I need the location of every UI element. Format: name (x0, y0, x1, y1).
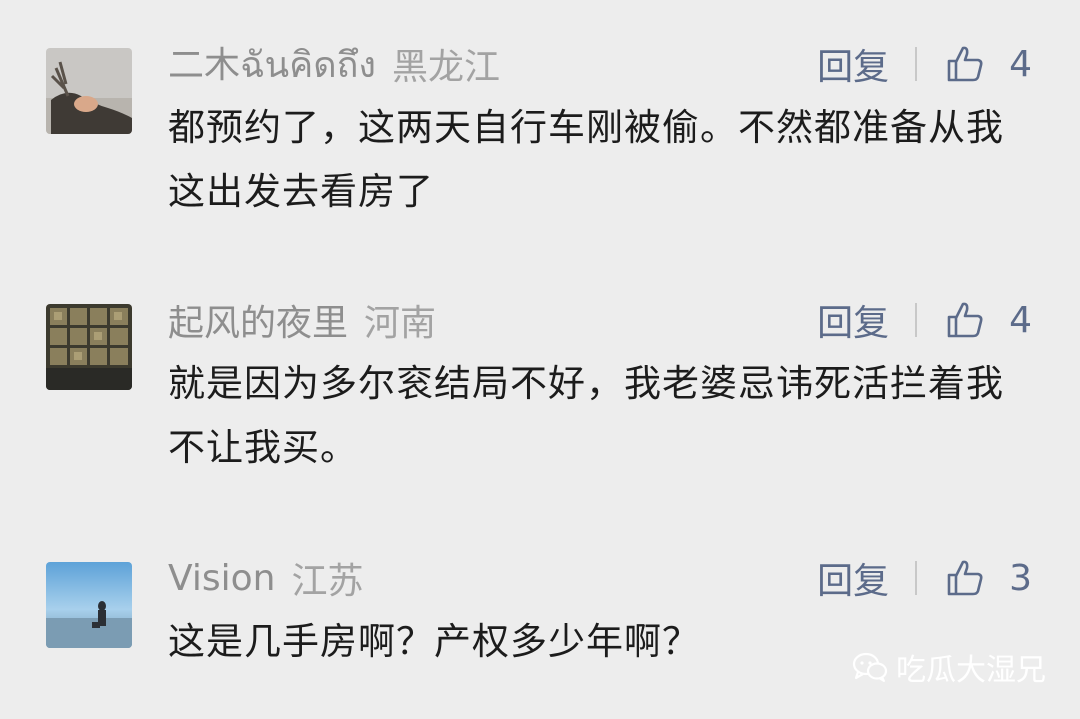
thumbs-up-icon (947, 46, 983, 82)
like-count: 3 (1009, 557, 1032, 599)
thumbs-up-icon (947, 302, 983, 338)
user-location: 黑龙江 (391, 47, 500, 88)
like-count: 4 (1009, 299, 1032, 341)
comment-header: Vision 江苏 (168, 556, 363, 603)
watermark-text: 吃瓜大湿兄 (896, 653, 1046, 688)
user-location: 河南 (364, 303, 437, 344)
avatar[interactable] (46, 48, 132, 134)
comment-header: 二木ฉันคิดถึง 黑龙江 (168, 42, 500, 89)
comment-item: 二木ฉันคิดถึง 黑龙江 回复 4 都预约了，这两天自行车刚被偷。不然都准… (0, 42, 1080, 222)
comment-item: 起风的夜里 河南 回复 4 就是因为多尔衮结局不好，我老婆忌讳死活拦着我不让我买… (0, 298, 1080, 478)
comment-actions: 回复 4 (817, 42, 1032, 89)
wechat-icon (852, 652, 888, 682)
user-name[interactable]: Vision (168, 558, 275, 599)
like-button[interactable]: 3 (945, 558, 1032, 599)
action-divider (915, 47, 918, 81)
user-location: 江苏 (291, 561, 364, 602)
action-divider (915, 561, 918, 595)
reply-button[interactable]: 回复 (817, 38, 889, 90)
avatar[interactable] (46, 304, 132, 390)
user-name[interactable]: 二木ฉันคิดถึง (168, 36, 376, 93)
reply-button[interactable]: 回复 (817, 552, 889, 604)
comment-actions: 回复 4 (817, 298, 1032, 345)
like-button[interactable]: 4 (945, 44, 1032, 85)
comment-text: 就是因为多尔衮结局不好，我老婆忌讳死活拦着我不让我买。 (168, 362, 1004, 469)
comment-actions: 回复 3 (817, 556, 1032, 603)
comment-text: 都预约了，这两天自行车刚被偷。不然都准备从我这出发去看房了 (168, 106, 1004, 213)
action-divider (915, 303, 918, 337)
comment-header: 起风的夜里 河南 (168, 298, 436, 344)
reply-button[interactable]: 回复 (817, 294, 889, 346)
thumbs-up-icon (947, 560, 983, 596)
avatar[interactable] (46, 562, 132, 648)
like-count: 4 (1009, 43, 1032, 85)
watermark: 吃瓜大湿兄 (852, 645, 1046, 689)
like-button[interactable]: 4 (945, 300, 1032, 341)
user-name[interactable]: 起风的夜里 (168, 294, 348, 346)
